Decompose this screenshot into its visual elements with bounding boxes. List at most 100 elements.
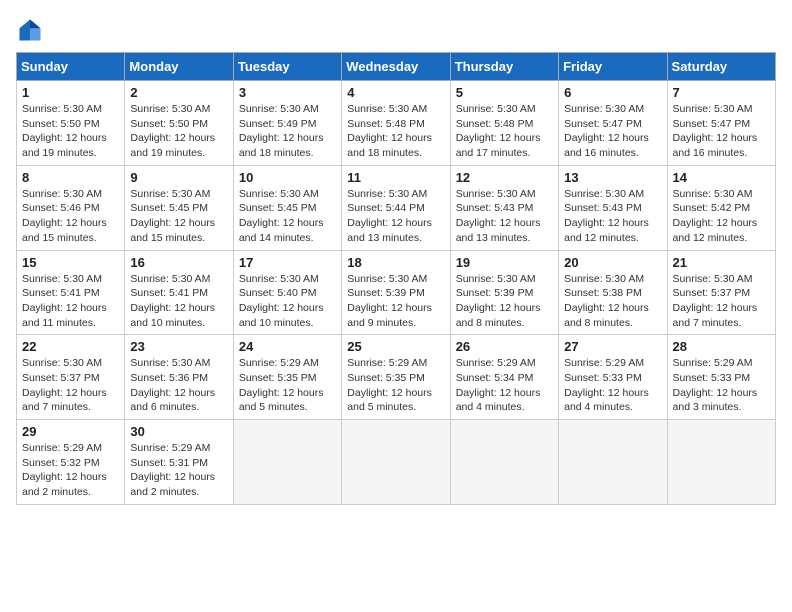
day-detail: Sunrise: 5:30 AM Sunset: 5:45 PM Dayligh… [130, 187, 227, 246]
day-detail: Sunrise: 5:30 AM Sunset: 5:41 PM Dayligh… [130, 272, 227, 331]
day-number: 26 [456, 339, 553, 354]
calendar-cell: 13 Sunrise: 5:30 AM Sunset: 5:43 PM Dayli… [559, 165, 667, 250]
calendar-cell: 7 Sunrise: 5:30 AM Sunset: 5:47 PM Daylig… [667, 81, 775, 166]
header-day-sunday: Sunday [17, 53, 125, 81]
page-header [16, 16, 776, 44]
day-number: 16 [130, 255, 227, 270]
calendar-cell: 28 Sunrise: 5:29 AM Sunset: 5:33 PM Dayli… [667, 335, 775, 420]
day-number: 15 [22, 255, 119, 270]
day-detail: Sunrise: 5:30 AM Sunset: 5:49 PM Dayligh… [239, 102, 336, 161]
calendar-cell [450, 420, 558, 505]
day-number: 21 [673, 255, 770, 270]
header-day-tuesday: Tuesday [233, 53, 341, 81]
day-number: 22 [22, 339, 119, 354]
day-detail: Sunrise: 5:30 AM Sunset: 5:47 PM Dayligh… [564, 102, 661, 161]
day-number: 10 [239, 170, 336, 185]
calendar-table: SundayMondayTuesdayWednesdayThursdayFrid… [16, 52, 776, 505]
day-number: 11 [347, 170, 444, 185]
week-row-2: 8 Sunrise: 5:30 AM Sunset: 5:46 PM Daylig… [17, 165, 776, 250]
day-detail: Sunrise: 5:29 AM Sunset: 5:31 PM Dayligh… [130, 441, 227, 500]
calendar-cell: 12 Sunrise: 5:30 AM Sunset: 5:43 PM Dayli… [450, 165, 558, 250]
calendar-cell: 20 Sunrise: 5:30 AM Sunset: 5:38 PM Dayli… [559, 250, 667, 335]
calendar-cell: 16 Sunrise: 5:30 AM Sunset: 5:41 PM Dayli… [125, 250, 233, 335]
calendar-cell: 26 Sunrise: 5:29 AM Sunset: 5:34 PM Dayli… [450, 335, 558, 420]
calendar-cell: 3Sunrise: 5:30 AM Sunset: 5:49 PM Daylig… [233, 81, 341, 166]
calendar-cell: 21 Sunrise: 5:30 AM Sunset: 5:37 PM Dayli… [667, 250, 775, 335]
day-detail: Sunrise: 5:30 AM Sunset: 5:50 PM Dayligh… [130, 102, 227, 161]
day-number: 4 [347, 85, 444, 100]
day-number: 8 [22, 170, 119, 185]
calendar-cell: 1 Sunrise: 5:30 AM Sunset: 5:50 PM Daylig… [17, 81, 125, 166]
day-detail: Sunrise: 5:30 AM Sunset: 5:47 PM Dayligh… [673, 102, 770, 161]
calendar-cell: 24Sunrise: 5:29 AM Sunset: 5:35 PM Dayli… [233, 335, 341, 420]
calendar-cell [667, 420, 775, 505]
calendar-cell: 4 Sunrise: 5:30 AM Sunset: 5:48 PM Daylig… [342, 81, 450, 166]
day-detail: Sunrise: 5:30 AM Sunset: 5:44 PM Dayligh… [347, 187, 444, 246]
header-day-monday: Monday [125, 53, 233, 81]
calendar-cell [342, 420, 450, 505]
calendar-cell: 5 Sunrise: 5:30 AM Sunset: 5:48 PM Daylig… [450, 81, 558, 166]
calendar-cell: 23Sunrise: 5:30 AM Sunset: 5:36 PM Dayli… [125, 335, 233, 420]
calendar-cell [233, 420, 341, 505]
day-detail: Sunrise: 5:30 AM Sunset: 5:46 PM Dayligh… [22, 187, 119, 246]
day-detail: Sunrise: 5:29 AM Sunset: 5:34 PM Dayligh… [456, 356, 553, 415]
day-detail: Sunrise: 5:29 AM Sunset: 5:33 PM Dayligh… [564, 356, 661, 415]
day-number: 19 [456, 255, 553, 270]
day-detail: Sunrise: 5:30 AM Sunset: 5:43 PM Dayligh… [456, 187, 553, 246]
day-detail: Sunrise: 5:29 AM Sunset: 5:35 PM Dayligh… [347, 356, 444, 415]
header-day-friday: Friday [559, 53, 667, 81]
day-detail: Sunrise: 5:29 AM Sunset: 5:33 PM Dayligh… [673, 356, 770, 415]
day-number: 20 [564, 255, 661, 270]
calendar-cell: 25 Sunrise: 5:29 AM Sunset: 5:35 PM Dayli… [342, 335, 450, 420]
logo [16, 16, 48, 44]
calendar-cell: 27 Sunrise: 5:29 AM Sunset: 5:33 PM Dayli… [559, 335, 667, 420]
day-number: 17 [239, 255, 336, 270]
calendar-cell: 19 Sunrise: 5:30 AM Sunset: 5:39 PM Dayli… [450, 250, 558, 335]
day-detail: Sunrise: 5:29 AM Sunset: 5:35 PM Dayligh… [239, 356, 336, 415]
day-number: 28 [673, 339, 770, 354]
day-detail: Sunrise: 5:30 AM Sunset: 5:37 PM Dayligh… [22, 356, 119, 415]
day-detail: Sunrise: 5:30 AM Sunset: 5:45 PM Dayligh… [239, 187, 336, 246]
day-detail: Sunrise: 5:30 AM Sunset: 5:48 PM Dayligh… [347, 102, 444, 161]
day-number: 1 [22, 85, 119, 100]
day-number: 5 [456, 85, 553, 100]
calendar-body: 1 Sunrise: 5:30 AM Sunset: 5:50 PM Daylig… [17, 81, 776, 505]
calendar-cell: 2Sunrise: 5:30 AM Sunset: 5:50 PM Daylig… [125, 81, 233, 166]
day-detail: Sunrise: 5:30 AM Sunset: 5:38 PM Dayligh… [564, 272, 661, 331]
calendar-cell: 30Sunrise: 5:29 AM Sunset: 5:31 PM Dayli… [125, 420, 233, 505]
day-number: 18 [347, 255, 444, 270]
week-row-1: 1 Sunrise: 5:30 AM Sunset: 5:50 PM Daylig… [17, 81, 776, 166]
day-detail: Sunrise: 5:30 AM Sunset: 5:40 PM Dayligh… [239, 272, 336, 331]
header-day-thursday: Thursday [450, 53, 558, 81]
day-number: 13 [564, 170, 661, 185]
week-row-5: 29 Sunrise: 5:29 AM Sunset: 5:32 PM Dayli… [17, 420, 776, 505]
day-detail: Sunrise: 5:30 AM Sunset: 5:39 PM Dayligh… [347, 272, 444, 331]
day-detail: Sunrise: 5:30 AM Sunset: 5:39 PM Dayligh… [456, 272, 553, 331]
week-row-3: 15 Sunrise: 5:30 AM Sunset: 5:41 PM Dayli… [17, 250, 776, 335]
logo-icon [16, 16, 44, 44]
calendar-cell: 9 Sunrise: 5:30 AM Sunset: 5:45 PM Daylig… [125, 165, 233, 250]
day-number: 27 [564, 339, 661, 354]
calendar-cell: 17 Sunrise: 5:30 AM Sunset: 5:40 PM Dayli… [233, 250, 341, 335]
calendar-cell: 11 Sunrise: 5:30 AM Sunset: 5:44 PM Dayli… [342, 165, 450, 250]
day-number: 29 [22, 424, 119, 439]
calendar-cell: 8 Sunrise: 5:30 AM Sunset: 5:46 PM Daylig… [17, 165, 125, 250]
day-detail: Sunrise: 5:30 AM Sunset: 5:48 PM Dayligh… [456, 102, 553, 161]
day-detail: Sunrise: 5:30 AM Sunset: 5:43 PM Dayligh… [564, 187, 661, 246]
day-detail: Sunrise: 5:30 AM Sunset: 5:42 PM Dayligh… [673, 187, 770, 246]
calendar-cell: 10 Sunrise: 5:30 AM Sunset: 5:45 PM Dayli… [233, 165, 341, 250]
day-number: 12 [456, 170, 553, 185]
day-number: 25 [347, 339, 444, 354]
day-detail: Sunrise: 5:30 AM Sunset: 5:50 PM Dayligh… [22, 102, 119, 161]
calendar-cell [559, 420, 667, 505]
header-day-saturday: Saturday [667, 53, 775, 81]
day-detail: Sunrise: 5:29 AM Sunset: 5:32 PM Dayligh… [22, 441, 119, 500]
calendar-cell: 18 Sunrise: 5:30 AM Sunset: 5:39 PM Dayli… [342, 250, 450, 335]
day-detail: Sunrise: 5:30 AM Sunset: 5:41 PM Dayligh… [22, 272, 119, 331]
day-detail: Sunrise: 5:30 AM Sunset: 5:37 PM Dayligh… [673, 272, 770, 331]
week-row-4: 22 Sunrise: 5:30 AM Sunset: 5:37 PM Dayli… [17, 335, 776, 420]
header-day-wednesday: Wednesday [342, 53, 450, 81]
day-number: 9 [130, 170, 227, 185]
day-number: 7 [673, 85, 770, 100]
day-number: 6 [564, 85, 661, 100]
